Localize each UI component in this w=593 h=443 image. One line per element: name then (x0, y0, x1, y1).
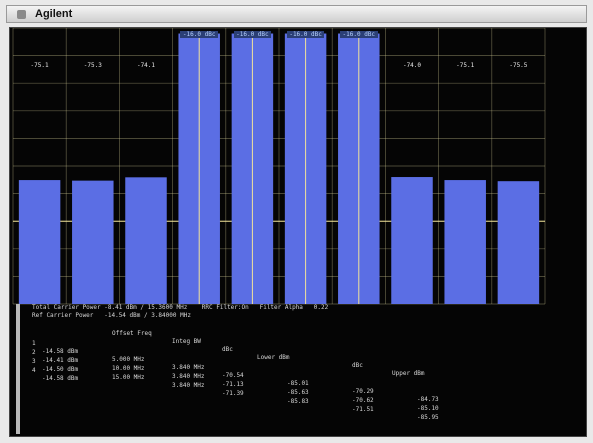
row-lower-dbc: -70.54 (222, 372, 244, 379)
readout-row: 2 -14.41 dBm 10.00 MHz 3.840 MHz -71.13 … (32, 341, 439, 412)
carrier-dbc-label: -16.0 dBc (286, 31, 325, 38)
readout-panel: Total Carrier Power -8.41 dBm / 15.3600 … (16, 304, 576, 434)
adjacent-channel-label: -75.1 (456, 62, 475, 69)
row-offset: 15.00 MHz (112, 374, 145, 381)
analyzer-window: Agilent -75.1 -75.3 -74.1 -74.0 -75.1 -75.5 -1… (0, 0, 593, 443)
spectrum-bar (72, 180, 114, 304)
spectrum-bar (444, 180, 486, 304)
row-upper-dbc: -70.62 (352, 397, 374, 404)
header-lower: Lower dBm (257, 354, 290, 361)
row-lower-dbm: -85.01 (287, 380, 309, 387)
spectrum-bar (125, 177, 167, 304)
readout-row: 1 -14.58 dBm 5.000 MHz 3.840 MHz -70.54 … (32, 332, 439, 403)
window-title: Agilent (35, 8, 73, 20)
row-upper-dbc: -71.51 (352, 406, 374, 413)
row-lower-dbm: -85.83 (287, 398, 309, 405)
readout-row: 4 -14.58 dBm (32, 359, 78, 382)
row-offset: 5.000 MHz (112, 356, 145, 363)
spectrum-display: -75.1 -75.3 -74.1 -74.0 -75.1 -75.5 -16.0 dBc -… (9, 27, 587, 437)
carrier-dbc-label: -16.0 dBc (233, 31, 272, 38)
header-offset: Offset Freq (112, 330, 152, 337)
row-bw: 3.840 MHz (172, 382, 205, 389)
readout-header-row: Offset Freq Integ BW dBc Lower dBm dBc U… (32, 322, 425, 377)
header-dbc-2: dBc (352, 362, 363, 369)
row-lower-dbc: -71.39 (222, 390, 244, 397)
row-power: -14.58 dBm (42, 375, 79, 382)
carrier-dbc-label: -16.0 dBc (180, 31, 218, 38)
header-upper: Upper dBm (392, 370, 425, 377)
row-index: 4 (32, 367, 36, 374)
spectrum-bar (497, 181, 540, 304)
row-offset: 10.00 MHz (112, 365, 145, 372)
readout-line-1: Total Carrier Power -8.41 dBm / 15.3600 … (32, 304, 329, 311)
row-lower-dbm: -85.63 (287, 389, 309, 396)
adjacent-channel-label: -75.3 (83, 62, 102, 69)
window-titlebar: Agilent (6, 5, 587, 23)
adjacent-channel-label: -75.1 (30, 62, 49, 69)
adjacent-channel-label: -74.1 (136, 62, 156, 69)
row-lower-dbc: -71.13 (222, 381, 244, 388)
readout-line-2: Ref Carrier Power -14.54 dBm / 3.84000 M… (32, 312, 191, 319)
readout-row: 3 -14.50 dBm 15.00 MHz 3.840 MHz -71.39 … (32, 350, 439, 421)
app-icon (17, 10, 26, 19)
row-bw: 3.840 MHz (172, 364, 205, 371)
row-upper-dbc: -70.29 (352, 388, 374, 395)
row-upper-dbm: -84.73 (417, 396, 439, 403)
adjacent-channel-label: -75.5 (509, 62, 528, 69)
spectrum-bar (391, 177, 433, 304)
spectrum-bar (18, 180, 61, 304)
adjacent-channel-label: -74.0 (402, 62, 422, 69)
row-upper-dbm: -85.95 (417, 414, 439, 421)
header-integ-bw: Integ BW (172, 338, 201, 345)
carrier-dbc-label: -16.0 dBc (340, 31, 378, 38)
row-upper-dbm: -85.10 (417, 405, 439, 412)
row-bw: 3.840 MHz (172, 373, 205, 380)
header-dbc: dBc (222, 346, 233, 353)
